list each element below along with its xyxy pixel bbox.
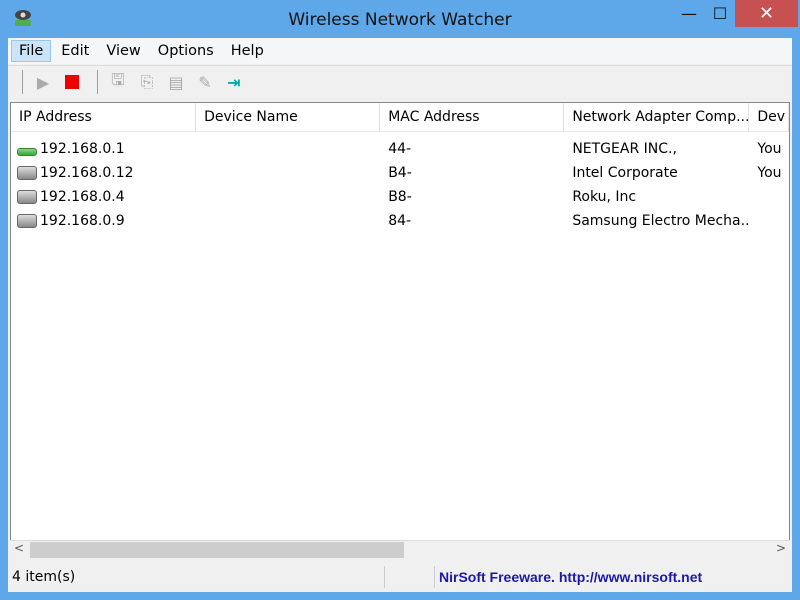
- copy-icon[interactable]: ⎘: [135, 70, 159, 94]
- ip-cell: 192.168.0.12: [11, 165, 196, 181]
- device-information: You: [757, 141, 782, 157]
- adapter-company: NETGEAR INC.,: [572, 141, 677, 157]
- menu-edit[interactable]: Edit: [54, 41, 96, 61]
- column-device-information[interactable]: Dev: [749, 103, 789, 131]
- device-information: You: [757, 165, 782, 181]
- status-bar: 4 item(s) NirSoft Freeware. http://www.n…: [8, 563, 792, 591]
- mac-address: 44-: [388, 141, 412, 157]
- exit-icon[interactable]: ⇥: [222, 70, 246, 94]
- title-bar: Wireless Network Watcher — ☐ ✕: [0, 0, 800, 38]
- ip-cell: 192.168.0.4: [11, 189, 196, 205]
- mac-address: B8-: [388, 189, 412, 205]
- close-button[interactable]: ✕: [735, 0, 798, 27]
- stop-icon[interactable]: [60, 70, 84, 94]
- menu-options[interactable]: Options: [151, 41, 221, 61]
- ip-address: 192.168.0.9: [40, 213, 125, 229]
- maximize-button[interactable]: ☐: [703, 0, 737, 27]
- properties-icon[interactable]: ▤: [164, 70, 188, 94]
- adapter-company: Intel Corporate: [572, 165, 678, 181]
- column-device-name[interactable]: Device Name: [196, 103, 381, 131]
- window-client: File Edit View Options Help ▶ 🖫 ⎘ ▤ ✎ ⇥ …: [8, 38, 792, 592]
- router-icon: [17, 148, 37, 156]
- html-report-icon[interactable]: ✎: [193, 70, 217, 94]
- column-network-adapter-company[interactable]: Network Adapter Comp...: [564, 103, 750, 131]
- play-icon[interactable]: ▶: [31, 70, 55, 94]
- adapter-company: Roku, Inc: [572, 189, 637, 205]
- scroll-right-icon[interactable]: >: [776, 541, 786, 555]
- status-panel: [385, 566, 435, 588]
- computer-icon: [17, 166, 37, 180]
- toolbar: ▶ 🖫 ⎘ ▤ ✎ ⇥: [8, 65, 792, 98]
- menu-help[interactable]: Help: [224, 41, 271, 61]
- computer-icon: [17, 190, 37, 204]
- minimize-button[interactable]: —: [672, 0, 706, 27]
- item-count: 4 item(s): [8, 566, 385, 588]
- save-icon[interactable]: 🖫: [106, 70, 130, 94]
- ip-cell: 192.168.0.9: [11, 213, 196, 229]
- ip-address: 192.168.0.4: [40, 189, 125, 205]
- table-row[interactable]: 192.168.0.12 B4- Intel Corporate You: [11, 161, 789, 185]
- toolbar-separator: [22, 70, 23, 94]
- nirsoft-link[interactable]: NirSoft Freeware. http://www.nirsoft.net: [435, 569, 702, 585]
- toolbar-separator: [97, 70, 98, 94]
- horizontal-scrollbar[interactable]: < >: [10, 540, 790, 558]
- table-row[interactable]: 192.168.0.1 44- NETGEAR INC., You: [11, 137, 789, 161]
- mac-address: 84-: [388, 213, 412, 229]
- ip-cell: 192.168.0.1: [11, 141, 196, 157]
- column-mac-address[interactable]: MAC Address: [380, 103, 565, 131]
- adapter-company: Samsung Electro Mecha...: [572, 213, 750, 229]
- menu-bar: File Edit View Options Help: [8, 38, 792, 64]
- list-header: IP Address Device Name MAC Address Netwo…: [11, 103, 789, 132]
- column-ip-address[interactable]: IP Address: [11, 103, 197, 131]
- menu-view[interactable]: View: [99, 41, 147, 61]
- table-row[interactable]: 192.168.0.9 84- Samsung Electro Mecha...: [11, 209, 789, 233]
- table-row[interactable]: 192.168.0.4 B8- Roku, Inc: [11, 185, 789, 209]
- mac-address: B4-: [388, 165, 412, 181]
- device-list: IP Address Device Name MAC Address Netwo…: [10, 102, 790, 558]
- scroll-left-icon[interactable]: <: [14, 541, 24, 555]
- ip-address: 192.168.0.12: [40, 165, 134, 181]
- ip-address: 192.168.0.1: [40, 141, 125, 157]
- scrollbar-thumb[interactable]: [30, 542, 404, 558]
- computer-icon: [17, 214, 37, 228]
- menu-file[interactable]: File: [11, 40, 52, 62]
